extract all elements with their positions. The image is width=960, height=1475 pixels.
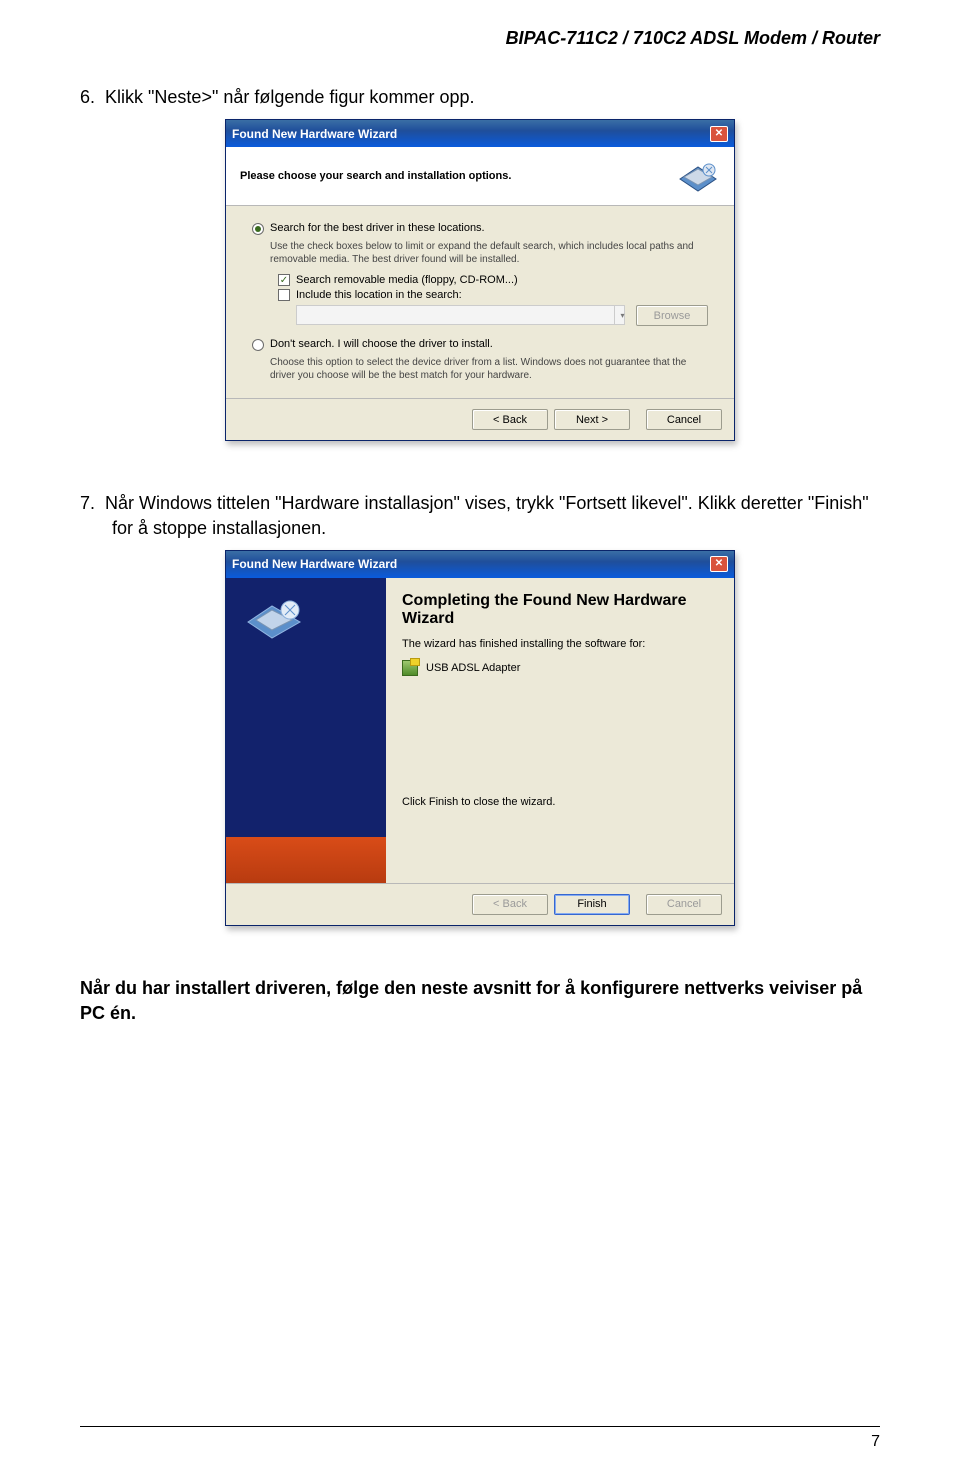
search-best-desc: Use the check boxes below to limit or ex…	[270, 241, 708, 266]
radio-icon	[252, 223, 264, 235]
close-icon[interactable]: ✕	[710, 556, 728, 572]
wizard-subheader: Please choose your search and installati…	[226, 147, 734, 206]
device-chip-icon	[676, 157, 720, 195]
step-6-text: Klikk "Neste>" når følgende figur kommer…	[105, 87, 474, 107]
window-title: Found New Hardware Wizard	[232, 557, 397, 571]
step-6: 6. Klikk "Neste>" når følgende figur kom…	[80, 85, 880, 109]
checkbox-removable-media[interactable]: ✓ Search removable media (floppy, CD-ROM…	[278, 274, 708, 286]
window-title: Found New Hardware Wizard	[232, 127, 397, 141]
titlebar: Found New Hardware Wizard ✕	[226, 120, 734, 147]
device-chip-icon	[244, 592, 306, 646]
step-7: 7. Når Windows tittelen "Hardware instal…	[80, 491, 880, 540]
titlebar: Found New Hardware Wizard ✕	[226, 551, 734, 578]
browse-button[interactable]: Browse	[636, 305, 708, 326]
step-7-text: Når Windows tittelen "Hardware installas…	[105, 493, 869, 537]
next-button[interactable]: Next >	[554, 409, 630, 430]
wizard-subheading: Please choose your search and installati…	[240, 170, 668, 182]
cancel-button[interactable]: Cancel	[646, 894, 722, 915]
radio-icon	[252, 339, 264, 351]
radio-search-best[interactable]: Search for the best driver in these loca…	[252, 222, 708, 235]
back-button[interactable]: < Back	[472, 409, 548, 430]
checkbox-removable-label: Search removable media (floppy, CD-ROM..…	[296, 274, 518, 286]
finish-button[interactable]: Finish	[554, 894, 630, 915]
wizard-side-panel	[226, 578, 386, 883]
completion-finished-text: The wizard has finished installing the s…	[402, 638, 718, 650]
dont-search-desc: Choose this option to select the device …	[270, 357, 708, 382]
wizard-search-options: Found New Hardware Wizard ✕ Please choos…	[225, 119, 735, 441]
checkbox-icon	[278, 289, 290, 301]
completion-heading: Completing the Found New Hardware Wizard	[402, 592, 718, 628]
chevron-down-icon[interactable]: ▾	[614, 305, 630, 325]
cancel-button[interactable]: Cancel	[646, 409, 722, 430]
step-6-num: 6.	[80, 87, 95, 107]
back-button[interactable]: < Back	[472, 894, 548, 915]
page-number: 7	[80, 1433, 880, 1451]
device-name: USB ADSL Adapter	[426, 662, 520, 674]
running-header: BIPAC-711C2 / 710C2 ADSL Modem / Router	[80, 28, 880, 49]
radio-dont-search-label: Don't search. I will choose the driver t…	[270, 338, 493, 350]
wizard-completion: Found New Hardware Wizard ✕ Completing t…	[225, 550, 735, 926]
checkbox-include-location[interactable]: Include this location in the search:	[278, 289, 708, 301]
checkbox-icon: ✓	[278, 274, 290, 286]
close-icon[interactable]: ✕	[710, 126, 728, 142]
concluding-paragraph: Når du har installert driveren, følge de…	[80, 976, 880, 1026]
location-path-input[interactable]	[296, 305, 625, 325]
adapter-icon	[402, 660, 418, 676]
footer-rule	[80, 1426, 880, 1427]
checkbox-location-label: Include this location in the search:	[296, 289, 462, 301]
radio-dont-search[interactable]: Don't search. I will choose the driver t…	[252, 338, 708, 351]
radio-search-best-label: Search for the best driver in these loca…	[270, 222, 485, 234]
step-7-num: 7.	[80, 493, 95, 513]
close-hint: Click Finish to close the wizard.	[402, 796, 718, 808]
